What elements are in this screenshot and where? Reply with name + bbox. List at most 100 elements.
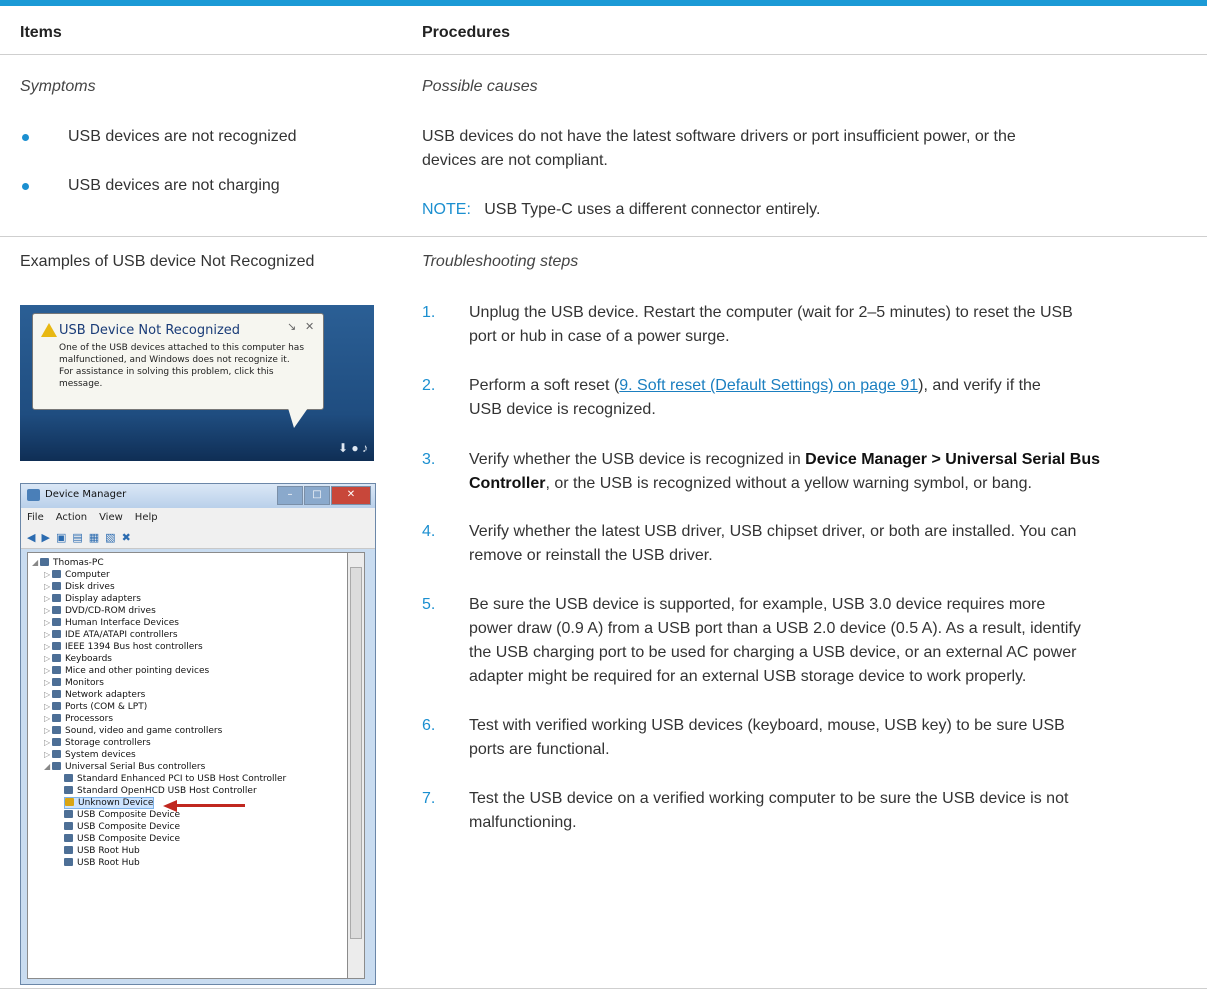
step-line: Verify whether the USB device is recogni… (469, 448, 1194, 472)
note-text: USB Type-C uses a different connector en… (484, 201, 821, 218)
bullet-icon (22, 134, 29, 141)
step-text: Perform a soft reset ( (469, 377, 620, 394)
balloon-title: USB Device Not Recognized (59, 323, 241, 338)
tree-node-label: IEEE 1394 Bus host controllers (65, 642, 203, 652)
symptoms-label: Symptoms (20, 78, 96, 95)
tree-child: USB Composite Device (64, 833, 180, 845)
dm-menu-help: Help (134, 511, 158, 523)
step-line: adapter might be required for an externa… (469, 668, 1027, 685)
tree-node: ▷ Keyboards (44, 654, 112, 664)
system-tray-icons: ⬇ ● ♪ (338, 441, 368, 455)
tree-node-label: Human Interface Devices (65, 618, 179, 628)
dm-window-buttons: – □ ✕ (276, 486, 371, 505)
disable-icon: ✖ (121, 530, 131, 544)
tree-node: ▷ Human Interface Devices (44, 618, 179, 628)
balloon-line: malfunctioned, and Windows does not reco… (59, 355, 290, 365)
dm-menu-action: Action (55, 511, 88, 523)
dm-titlebar: Device Manager – □ ✕ (21, 484, 375, 508)
tree-node: ▷ DVD/CD-ROM drives (44, 606, 156, 616)
balloon-line: For assistance in solving this problem, … (59, 367, 274, 377)
step-bold-path: Device Manager > Universal Serial Bus (805, 451, 1100, 468)
tree-child-label: USB Root Hub (77, 858, 140, 868)
tree-node: ▷ Storage controllers (44, 738, 151, 748)
dm-menubar: File Action View Help (21, 508, 375, 526)
scan-icon: ▧ (105, 530, 116, 544)
table-header: Items Procedures (0, 8, 1207, 55)
step-line: Test the USB device on a verified workin… (469, 790, 1069, 807)
tree-node-label: DVD/CD-ROM drives (65, 606, 156, 616)
tree-node-label: Disk drives (65, 582, 115, 592)
header-items: Items (20, 24, 62, 41)
causes-label: Possible causes (422, 78, 538, 95)
warning-icon (41, 323, 57, 337)
tree-child: Standard OpenHCD USB Host Controller (64, 785, 257, 797)
causes-text-line: USB devices do not have the latest softw… (422, 128, 1016, 145)
tree-child-label: USB Composite Device (77, 834, 181, 844)
examples-label: Examples of USB device Not Recognized (20, 253, 315, 270)
tree-child-label: USB Root Hub (77, 846, 140, 856)
step-number: 6. (422, 717, 436, 734)
tree-child: USB Root Hub (64, 845, 140, 857)
tree-child-label: USB Composite Device (77, 810, 181, 820)
unknown-device-highlight: Unknown Device (64, 797, 155, 809)
step-line: ports are functional. (469, 741, 610, 758)
tree-node-label: System devices (65, 750, 136, 760)
dm-title: Device Manager (45, 489, 127, 500)
tree-node: ▷ Computer (44, 570, 110, 580)
tree-root-label: Thomas-PC (53, 558, 104, 568)
tree-child-label: Unknown Device (78, 798, 154, 808)
tree-node-label: Display adapters (65, 594, 141, 604)
step-text: , or the USB is recognized without a yel… (545, 475, 1032, 492)
step-line: Controller, or the USB is recognized wit… (469, 472, 1194, 496)
step-number: 2. (422, 377, 436, 394)
tree-node: ▷ IEEE 1394 Bus host controllers (44, 642, 203, 652)
step-bold-path: Controller (469, 475, 546, 492)
tree-node: ◢ Universal Serial Bus controllers (44, 762, 206, 772)
steps-label: Troubleshooting steps (422, 253, 579, 270)
step-line: power draw (0.9 A) from a USB port than … (469, 620, 1081, 637)
step-line: Test with verified working USB devices (… (469, 717, 1065, 734)
soft-reset-link[interactable]: 9. Soft reset (Default Settings) on page… (619, 377, 918, 394)
device-manager-icon (27, 489, 40, 501)
dm-scrollbar (347, 552, 365, 979)
tree-node-label: IDE ATA/ATAPI controllers (65, 630, 178, 640)
balloon-tail (288, 408, 308, 428)
back-icon: ◀ (27, 530, 36, 544)
tree-child-unknown: Unknown Device (64, 797, 246, 812)
note-label: NOTE: (422, 201, 471, 218)
symptom-item: USB devices are not charging (68, 177, 280, 194)
step-text: ), and verify if the (918, 377, 1041, 394)
tree-child: USB Composite Device (64, 809, 180, 821)
tree-node-label: Ports (COM & LPT) (65, 702, 148, 712)
tree-node-label: Computer (65, 570, 110, 580)
dm-scroll-thumb (350, 567, 362, 939)
close-icon: ✕ (305, 320, 315, 333)
tree-node: ▷ Disk drives (44, 582, 115, 592)
step-line: Perform a soft reset (9. Soft reset (Def… (469, 374, 1194, 398)
tree-node-label: Sound, video and game controllers (65, 726, 223, 736)
tree-node: ▷ Monitors (44, 678, 104, 688)
properties-icon: ▣ (55, 530, 67, 544)
causes-text-line: devices are not compliant. (422, 152, 608, 169)
step-line: Verify whether the latest USB driver, US… (469, 523, 1077, 540)
step-line: Be sure the USB device is supported, for… (469, 596, 1046, 613)
balloon-line: One of the USB devices attached to this … (59, 343, 305, 353)
tree-child-label: USB Composite Device (77, 822, 181, 832)
tree-node-label: Processors (65, 714, 114, 724)
tree-node: ▷ IDE ATA/ATAPI controllers (44, 630, 178, 640)
tree-node-label: Network adapters (65, 690, 146, 700)
pin-icon: ↘ (287, 320, 297, 333)
dm-menu-file: File (27, 511, 44, 523)
tree-root: ◢ Thomas-PC (32, 558, 104, 568)
minimize-icon: – (277, 486, 303, 505)
tree-node-label: Universal Serial Bus controllers (65, 762, 206, 772)
tree-node: ▷ Processors (44, 714, 114, 724)
bottom-divider (0, 988, 1207, 989)
tree-child: USB Composite Device (64, 821, 180, 833)
tree-node-label: Keyboards (65, 654, 112, 664)
step-line: malfunctioning. (469, 814, 577, 831)
tree-node: ▷ Sound, video and game controllers (44, 726, 223, 736)
tree-node-label: Storage controllers (65, 738, 151, 748)
dm-device-tree: ◢ Thomas-PC ▷ Computer ▷ Disk drives ▷ Displ… (27, 552, 349, 979)
step-number: 5. (422, 596, 436, 613)
